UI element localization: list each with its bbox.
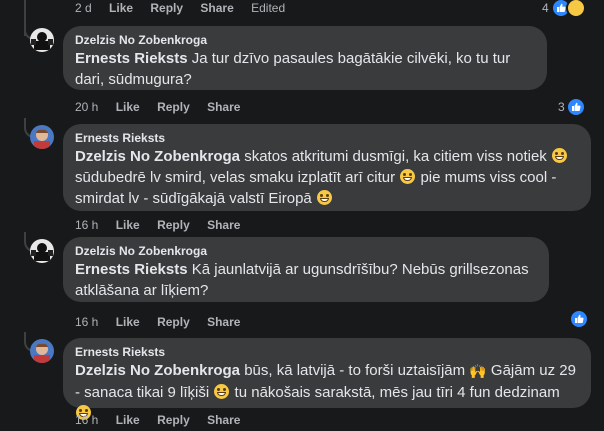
mention-link[interactable]: Dzelzis No Zobenkroga xyxy=(75,362,240,379)
share-button[interactable]: Share xyxy=(207,315,240,329)
like-button[interactable]: Like xyxy=(109,1,133,15)
comment-author[interactable]: Dzelzis No Zobenkroga xyxy=(75,244,537,259)
comment-text: Ernests Rieksts Ja tur dzīvo pasaules ba… xyxy=(75,50,511,88)
comment-actions: 16 h Like Reply Share xyxy=(75,218,254,232)
avatar[interactable] xyxy=(30,28,54,52)
comment-bubble: Ernests Rieksts Dzelzis No Zobenkroga bū… xyxy=(63,338,591,420)
comment-timestamp[interactable]: 16 h xyxy=(75,413,98,427)
comment-actions: 16 h Like Reply Share xyxy=(75,413,254,427)
like-button[interactable]: Like xyxy=(116,413,140,427)
comment-author[interactable]: Ernests Rieksts xyxy=(75,345,579,360)
share-button[interactable]: Share xyxy=(207,413,240,427)
comment-bubble: Dzelzis No Zobenkroga Ernests Rieksts Kā… xyxy=(63,237,549,302)
reply-button[interactable]: Reply xyxy=(157,100,190,114)
grinning-face-icon xyxy=(551,148,567,163)
like-button[interactable]: Like xyxy=(116,315,140,329)
like-button[interactable]: Like xyxy=(116,100,140,114)
share-button[interactable]: Share xyxy=(207,100,240,114)
comment-author[interactable]: Dzelzis No Zobenkroga xyxy=(75,33,535,48)
laughing-face-icon xyxy=(566,0,586,18)
comment-text: Ernests Rieksts Kā jaunlatvijā ar ugunsd… xyxy=(75,261,529,299)
comment-actions: 16 h Like Reply Share xyxy=(75,315,254,329)
comment-bubble: Ernests Rieksts Dzelzis No Zobenkroga sk… xyxy=(63,124,591,211)
comment-timestamp[interactable]: 2 d xyxy=(75,1,92,15)
reply-button[interactable]: Reply xyxy=(157,315,190,329)
edited-label[interactable]: Edited xyxy=(251,1,285,15)
reply-button[interactable]: Reply xyxy=(157,218,190,232)
mention-link[interactable]: Ernests Rieksts xyxy=(75,261,188,278)
avatar[interactable] xyxy=(30,239,54,263)
mention-link[interactable]: Ernests Rieksts xyxy=(75,50,188,67)
like-button[interactable]: Like xyxy=(116,218,140,232)
thumbs-up-icon[interactable] xyxy=(569,309,589,329)
grinning-face-icon xyxy=(400,169,416,184)
comment-bubble: Dzelzis No Zobenkroga Ernests Rieksts Ja… xyxy=(63,26,547,90)
comment-author[interactable]: Ernests Rieksts xyxy=(75,131,579,146)
share-button[interactable]: Share xyxy=(207,218,240,232)
comment-actions: 20 h Like Reply Share xyxy=(75,100,254,114)
comment-actions: 2 d Like Reply Share Edited xyxy=(75,1,285,15)
share-button[interactable]: Share xyxy=(200,1,233,15)
reaction-count[interactable]: 3 xyxy=(558,100,565,114)
comment-timestamp[interactable]: 20 h xyxy=(75,100,98,114)
avatar[interactable] xyxy=(30,125,54,149)
comment-text: Dzelzis No Zobenkroga skatos atkritumi d… xyxy=(75,146,579,209)
comment-timestamp[interactable]: 16 h xyxy=(75,315,98,329)
grinning-face-icon xyxy=(214,384,230,399)
avatar[interactable] xyxy=(30,339,54,363)
reply-button[interactable]: Reply xyxy=(157,413,190,427)
reaction-count[interactable]: 4 xyxy=(542,1,549,15)
grinning-face-icon xyxy=(316,190,332,205)
comment-timestamp[interactable]: 16 h xyxy=(75,218,98,232)
thumbs-up-icon xyxy=(566,97,586,117)
mention-link[interactable]: Dzelzis No Zobenkroga xyxy=(75,148,240,165)
raised-hands-icon: 🙌 xyxy=(469,363,487,379)
reply-button[interactable]: Reply xyxy=(150,1,183,15)
